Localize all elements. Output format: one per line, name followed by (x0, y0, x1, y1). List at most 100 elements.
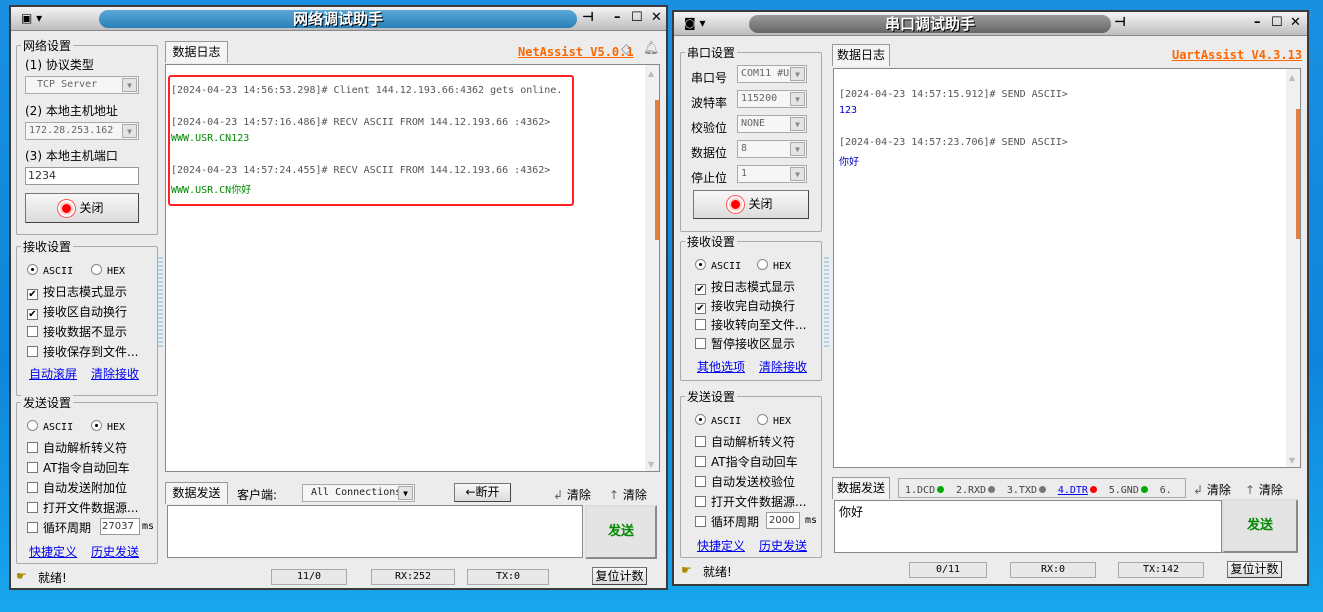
cycle-period-input[interactable]: 2000 (766, 512, 800, 529)
clear-send-button[interactable]: ↲ 清除 (553, 486, 591, 503)
protocol-select[interactable]: TCP Server ▼ (25, 76, 139, 94)
window-title: 串口调试助手 (749, 15, 1111, 33)
cycle-period-checkbox[interactable]: 循环周期 (27, 519, 91, 536)
send-hex-radio[interactable]: HEX (91, 420, 125, 433)
pin-icon[interactable]: ⊣ (582, 10, 594, 25)
signal-rxd[interactable]: 2.RXD (956, 485, 996, 496)
maximize-button[interactable]: ☐ (1271, 15, 1283, 30)
recv-hex-radio[interactable]: HEX (757, 259, 791, 272)
databits-select[interactable]: 8 ▼ (737, 140, 807, 158)
client-select[interactable]: All Connections (1) ▼ (302, 484, 415, 502)
brand-link[interactable]: NetAssist V5.0.1 (518, 45, 634, 59)
close-window-button[interactable]: ✕ (651, 10, 662, 25)
history-send-link[interactable]: 历史发送 (759, 537, 807, 554)
at-cr-checkbox[interactable]: AT指令自动回车 (27, 459, 130, 476)
send-ascii-radio[interactable]: ASCII (695, 414, 741, 427)
disconnect-button[interactable]: ←断开 (454, 483, 511, 502)
signal-gnd[interactable]: 5.GND (1109, 485, 1148, 496)
title-bar[interactable]: ◙ ▾ 串口调试助手 ⊣ – ☐ ✕ (674, 12, 1307, 36)
title-bar[interactable]: ▣ ▾ 网络调试助手 ⊣ – ☐ ✕ (11, 7, 666, 31)
send-ascii-radio[interactable]: ASCII (27, 420, 73, 433)
clear-receive-link[interactable]: 清除接收 (91, 365, 139, 382)
at-cr-checkbox[interactable]: AT指令自动回车 (695, 453, 798, 470)
append-bit-checkbox[interactable]: 自动发送附加位 (27, 479, 127, 496)
diamond-icon[interactable]: ◇ (621, 41, 632, 57)
reset-count-button[interactable]: 复位计数 (1227, 561, 1282, 578)
signal-6[interactable]: 6. (1160, 485, 1172, 496)
recv-hex-radio[interactable]: HEX (91, 264, 125, 277)
chevron-down-icon[interactable]: ▼ (122, 124, 137, 138)
auto-wrap-checkbox[interactable]: ✔ 接收区自动换行 (27, 303, 127, 320)
send-hex-radio[interactable]: HEX (757, 414, 791, 427)
hide-data-checkbox[interactable]: 接收数据不显示 (27, 323, 127, 340)
signal-dcd[interactable]: 1.DCD (905, 485, 945, 496)
shortcut-define-link[interactable]: 快捷定义 (29, 543, 77, 560)
receive-log-area[interactable]: [2024-04-23 14:56:53.298]# Client 144.12… (165, 64, 660, 472)
recv-ascii-radio[interactable]: ASCII (27, 264, 73, 277)
brand-link[interactable]: UartAssist V4.3.13 (1172, 48, 1302, 62)
app-menu-icon[interactable]: ▣ ▾ (21, 11, 42, 25)
maximize-button[interactable]: ☐ (631, 10, 643, 25)
chevron-down-icon[interactable]: ▼ (790, 117, 805, 131)
parse-escape-checkbox[interactable]: 自动解析转义符 (695, 433, 795, 450)
chevron-down-icon[interactable]: ▼ (790, 167, 805, 181)
reset-count-button[interactable]: 复位计数 (592, 567, 647, 585)
recv-ascii-radio[interactable]: ASCII (695, 259, 741, 272)
send-input[interactable] (167, 505, 583, 558)
redirect-file-checkbox[interactable]: 接收转向至文件... (695, 316, 806, 333)
close-connection-button[interactable]: 关闭 (25, 193, 139, 223)
pin-icon[interactable]: ⊣ (1114, 15, 1126, 30)
auto-wrap-checkbox[interactable]: ✔ 接收完自动换行 (695, 297, 795, 314)
arrow-up-icon: ↑ (609, 488, 620, 502)
checksum-checkbox[interactable]: 自动发送校验位 (695, 473, 795, 490)
shortcut-define-link[interactable]: 快捷定义 (697, 537, 745, 554)
file-source-checkbox[interactable]: 打开文件数据源... (695, 493, 806, 510)
history-send-link[interactable]: 历史发送 (91, 543, 139, 560)
clear-receive-button[interactable]: ↑ 清除 (609, 486, 647, 503)
chevron-down-icon[interactable]: ▼ (398, 486, 413, 500)
tab-data-log[interactable]: 数据日志 (165, 41, 228, 63)
pause-display-checkbox[interactable]: 暂停接收区显示 (695, 335, 795, 352)
host-select[interactable]: 172.28.253.162 ▼ (25, 122, 139, 140)
chevron-down-icon[interactable]: ▼ (790, 142, 805, 156)
send-input[interactable]: 你好 (834, 500, 1222, 553)
clear-receive-link[interactable]: 清除接收 (759, 358, 807, 375)
panel-splitter[interactable] (824, 257, 829, 347)
cycle-period-input[interactable]: 27037 (100, 518, 140, 535)
bell-icon[interactable]: 🔔︎ (643, 41, 660, 56)
app-menu-icon[interactable]: ◙ ▾ (684, 16, 705, 30)
minimize-button[interactable]: – (1254, 15, 1261, 30)
parity-select[interactable]: NONE ▼ (737, 115, 807, 133)
save-to-file-checkbox[interactable]: 接收保存到文件... (27, 343, 138, 360)
port-input[interactable]: 1234 (25, 167, 139, 185)
close-window-button[interactable]: ✕ (1290, 15, 1301, 30)
signal-txd[interactable]: 3.TXD (1007, 485, 1046, 496)
tab-data-log[interactable]: 数据日志 (832, 44, 890, 66)
tab-data-send[interactable]: 数据发送 (832, 477, 890, 499)
parse-escape-checkbox[interactable]: 自动解析转义符 (27, 439, 127, 456)
log-mode-checkbox[interactable]: ✔ 按日志模式显示 (695, 278, 795, 295)
send-button[interactable]: 发送 (1222, 499, 1298, 553)
close-port-button[interactable]: 关闭 (693, 190, 809, 219)
baud-select[interactable]: 115200 ▼ (737, 90, 807, 108)
auto-scroll-link[interactable]: 自动滚屏 (29, 365, 77, 382)
other-options-link[interactable]: 其他选项 (697, 358, 745, 375)
stopbits-select[interactable]: 1 ▼ (737, 165, 807, 183)
signal-dtr[interactable]: 4.DTR (1058, 485, 1097, 496)
tab-data-send[interactable]: 数据发送 (165, 482, 228, 504)
clear-send-button[interactable]: ↲ 清除 (1193, 481, 1231, 498)
cycle-period-checkbox[interactable]: 循环周期 (695, 513, 759, 530)
scrollbar-thumb[interactable] (655, 100, 659, 240)
chevron-down-icon[interactable]: ▼ (790, 67, 805, 81)
send-button[interactable]: 发送 (585, 505, 657, 559)
receive-log-area[interactable]: [2024-04-23 14:57:15.912]# SEND ASCII> 1… (833, 68, 1301, 468)
panel-splitter[interactable] (158, 257, 163, 347)
log-mode-checkbox[interactable]: ✔ 按日志模式显示 (27, 283, 127, 300)
file-source-checkbox[interactable]: 打开文件数据源... (27, 499, 138, 516)
chevron-down-icon[interactable]: ▼ (790, 92, 805, 106)
port-select[interactable]: COM11 #USB ▼ (737, 65, 807, 83)
chevron-down-icon[interactable]: ▼ (122, 78, 137, 92)
minimize-button[interactable]: – (614, 10, 621, 25)
clear-receive-button[interactable]: ↑ 清除 (1245, 481, 1283, 498)
scrollbar-thumb[interactable] (1296, 109, 1300, 239)
